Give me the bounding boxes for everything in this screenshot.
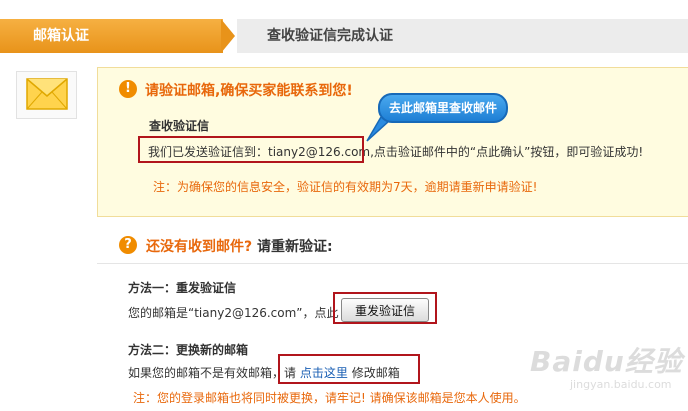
step-bar: 查收验证信完成认证 邮箱认证 bbox=[0, 19, 688, 53]
title-reverify: 请重新验证: bbox=[257, 239, 333, 255]
method2-title: 方法二：更换新的邮箱 bbox=[128, 343, 249, 357]
step-email-auth: 邮箱认证 bbox=[0, 19, 223, 53]
callout-bubble: 去此邮箱里查收邮件 bbox=[378, 93, 508, 123]
watermark-url: jingyan.baidu.com bbox=[570, 378, 672, 391]
method2-prefix: 如果您的邮箱不是有效邮箱，请 bbox=[128, 366, 297, 380]
validity-note: 注：为确保您的信息安全，验证信的有效期为7天，逾期请重新申请验证! bbox=[153, 180, 538, 194]
step-arrow bbox=[221, 19, 235, 53]
link-highlight-box bbox=[278, 354, 420, 384]
resend-section-title: 还没有收到邮件? 请重新验证: bbox=[146, 236, 333, 256]
step-verify-inbox: 查收验证信完成认证 bbox=[237, 19, 688, 53]
email-highlight-box bbox=[138, 136, 364, 163]
alert-icon: ! bbox=[119, 80, 137, 98]
question-icon: ? bbox=[119, 236, 137, 254]
method1-text: 您的邮箱是“tiany2@126.com”，点此 bbox=[128, 306, 339, 320]
watermark-brand: Baidu经验 bbox=[530, 345, 683, 378]
method1-title: 方法一：重发验证信 bbox=[128, 281, 237, 295]
title-not-received: 还没有收到邮件? bbox=[146, 239, 253, 255]
change-warning: 注：您的登录邮箱也将同时被更换，请牢记! 请确保该邮箱是您本人使用。 bbox=[133, 391, 526, 405]
notice-subtitle: 查收验证信 bbox=[149, 119, 210, 133]
envelope-icon bbox=[16, 71, 77, 119]
divider bbox=[97, 263, 688, 264]
resend-button[interactable]: 重发验证信 bbox=[341, 298, 429, 322]
sent-suffix: ,点击验证邮件中的“点此确认”按钮，即可验证成功! bbox=[370, 145, 644, 159]
notice-title: 请验证邮箱,确保买家能联系到您! bbox=[145, 83, 353, 99]
